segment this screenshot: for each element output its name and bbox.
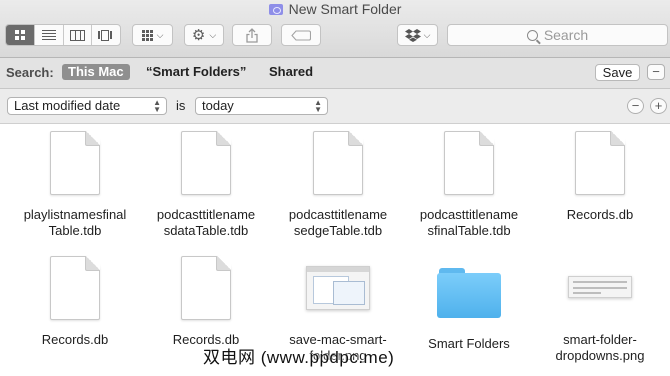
finder-toolbar: New Smart Folder ⌵ ⚙ ⌵ ⌵ Search [0, 0, 670, 58]
file-item[interactable]: Smart Folders [399, 256, 539, 352]
column-view-button[interactable] [64, 25, 93, 45]
grid-icon [14, 30, 25, 40]
save-search-button[interactable]: Save [595, 64, 640, 81]
file-name: smart-folder- dropdowns.png [555, 332, 645, 363]
search-placeholder: Search [543, 27, 589, 43]
search-criteria-row: Last modified date ▲ ▼ is today ▲ ▼ − + [0, 89, 670, 124]
file-name: Records.db [41, 332, 109, 347]
screenshot-thumbnail [568, 276, 632, 298]
gear-icon: ⚙ [191, 27, 206, 44]
columns-icon [69, 29, 85, 41]
document-icon [181, 256, 231, 320]
chevron-down-icon: ⌵ [423, 29, 431, 40]
window-title: New Smart Folder [288, 1, 402, 17]
chevron-down-icon: ⌵ [156, 29, 164, 40]
cover-flow-view-button[interactable] [92, 25, 120, 45]
file-name: Smart Folders [428, 336, 510, 351]
file-item[interactable]: podcasttitlename sdataTable.tdb [136, 131, 276, 239]
file-item[interactable]: podcasttitlename sfinalTable.tdb [399, 131, 539, 239]
file-name: Records.db [566, 207, 634, 222]
scope-this-mac[interactable]: This Mac [62, 64, 130, 80]
dropbox-icon [404, 29, 421, 42]
window-title-bar: New Smart Folder [0, 0, 670, 18]
folder-icon [437, 268, 501, 318]
scope-shared[interactable]: Shared [269, 64, 313, 80]
remove-criterion-button[interactable]: − [627, 98, 644, 114]
view-mode-segmented-control [5, 24, 121, 46]
icon-view-button[interactable] [6, 25, 35, 45]
tag-icon [291, 29, 311, 41]
search-scope-bar: Search: This Mac “Smart Folders” Shared … [0, 58, 670, 89]
search-field[interactable]: Search [447, 24, 668, 46]
share-button[interactable] [232, 24, 272, 46]
file-item[interactable]: smart-folder- dropdowns.png [530, 256, 670, 364]
dropbox-button[interactable]: ⌵ [397, 24, 438, 46]
file-name: podcasttitlename sdataTable.tdb [156, 207, 256, 238]
watermark-text: 双电网 (www.ppdpc.me) [203, 348, 395, 367]
tag-button[interactable] [281, 24, 321, 46]
criteria-value-text: today [202, 98, 234, 113]
up-down-arrows-icon: ▲ ▼ [153, 98, 161, 114]
file-name: playlistnamesfinal Table.tdb [23, 207, 127, 238]
file-item[interactable]: Records.db [5, 256, 145, 348]
arrange-grid-icon [141, 29, 153, 41]
chevron-down-icon: ⌵ [209, 29, 217, 40]
smart-folder-icon [268, 4, 283, 15]
search-icon [526, 29, 538, 41]
document-icon [444, 131, 494, 195]
file-name: podcasttitlename sfinalTable.tdb [419, 207, 519, 238]
list-icon [41, 29, 56, 41]
file-item[interactable]: Records.db [530, 131, 670, 223]
document-icon [313, 131, 363, 195]
criteria-attribute-value: Last modified date [14, 98, 121, 113]
search-scope-label: Search: [6, 65, 54, 80]
document-icon [181, 131, 231, 195]
arrange-button[interactable]: ⌵ [132, 24, 173, 46]
add-criterion-button[interactable]: + [650, 98, 667, 114]
list-view-button[interactable] [35, 25, 64, 45]
criteria-operator-label: is [176, 98, 186, 113]
screenshot-thumbnail [306, 266, 370, 310]
file-item[interactable]: podcasttitlename sedgeTable.tdb [268, 131, 408, 239]
document-icon [50, 131, 100, 195]
remove-search-button[interactable]: − [647, 64, 665, 80]
file-item[interactable]: Records.db [136, 256, 276, 348]
criteria-attribute-popup[interactable]: Last modified date ▲ ▼ [7, 97, 167, 115]
file-name: podcasttitlename sedgeTable.tdb [288, 207, 388, 238]
up-down-arrows-icon: ▲ ▼ [314, 98, 322, 114]
share-icon [246, 27, 258, 43]
criteria-value-popup[interactable]: today ▲ ▼ [195, 97, 328, 115]
file-item[interactable]: playlistnamesfinal Table.tdb [5, 131, 145, 239]
cover-flow-icon [98, 29, 114, 41]
scope-smart-folders[interactable]: “Smart Folders” [146, 64, 246, 80]
document-icon [50, 256, 100, 320]
action-menu-button[interactable]: ⚙ ⌵ [184, 24, 224, 46]
document-icon [575, 131, 625, 195]
